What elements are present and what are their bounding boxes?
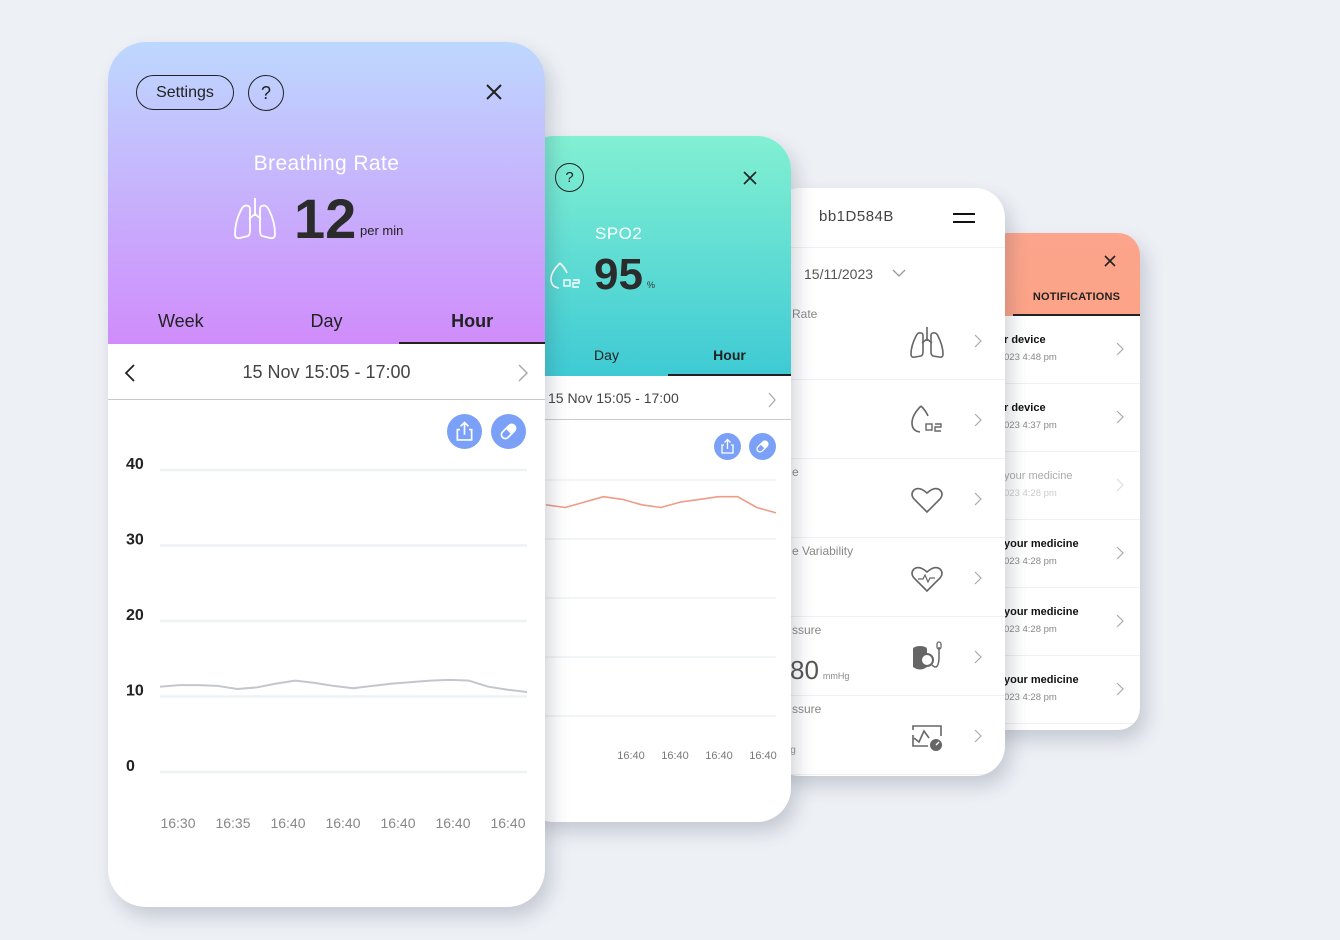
pill-icon — [500, 423, 517, 440]
chevron-right-icon — [974, 729, 982, 743]
chevron-right-icon — [974, 650, 982, 664]
chevron-right-icon — [974, 413, 982, 427]
tab-notifications[interactable]: NOTIFICATIONS — [1013, 286, 1140, 316]
close-icon[interactable] — [1102, 253, 1118, 269]
device-overview-panel: bb1D584B 15/11/2023 Rate e e Variability ss… — [770, 188, 1005, 776]
x-tick-label: 16:40 — [749, 750, 777, 762]
share-button[interactable] — [447, 414, 482, 449]
share-icon — [721, 438, 734, 454]
chevron-right-icon — [974, 492, 982, 506]
x-tick-label: 16:40 — [661, 750, 689, 762]
ecg-monitor-icon — [912, 725, 942, 751]
x-tick-label: 16:40 — [435, 815, 470, 831]
metric-row[interactable]: e Variability — [770, 538, 1005, 617]
metric-row[interactable]: e — [770, 459, 1005, 538]
metric-label: e Variability — [792, 544, 854, 558]
share-button[interactable] — [714, 433, 741, 460]
tab-hour[interactable]: Hour — [399, 306, 545, 344]
date-selector[interactable]: 15/11/2023 — [804, 266, 873, 282]
tab-hour[interactable]: Hour — [668, 344, 791, 376]
help-button[interactable]: ? — [248, 75, 284, 111]
metric-value: 12 — [294, 187, 357, 250]
chevron-right-icon — [974, 571, 982, 585]
y-tick-label: 20 — [126, 607, 144, 624]
metric-label: e — [792, 465, 799, 479]
period-tabs: Week Day Hour — [108, 306, 545, 344]
metric-value: 80 mmHg — [790, 655, 850, 685]
close-icon[interactable] — [742, 170, 758, 186]
y-tick-label: 40 — [126, 456, 144, 473]
y-tick-label: 0 — [126, 758, 135, 775]
date-range-label: 15 Nov 15:05 - 17:00 — [548, 390, 679, 406]
date-range-nav: 15 Nov 15:05 - 17:00 — [520, 376, 791, 420]
chevron-down-icon[interactable] — [892, 268, 906, 278]
metric-row[interactable]: Rate — [770, 301, 1005, 380]
device-header: bb1D584B — [770, 188, 1005, 248]
date-range-nav: 15 Nov 15:05 - 17:00 — [108, 344, 545, 400]
chevron-right-icon — [974, 334, 982, 348]
spo2-line-chart: 3516:4016:4016:4016:4016:40 — [532, 479, 777, 762]
blood-pressure-cuff-icon — [913, 641, 942, 670]
heart-pulse-icon — [911, 566, 943, 593]
tab-day[interactable]: Day — [254, 306, 400, 344]
x-tick-label: 16:35 — [215, 815, 250, 831]
hamburger-menu-icon[interactable] — [953, 213, 975, 223]
pill-icon — [756, 440, 769, 453]
tab-day[interactable]: Day — [545, 344, 668, 376]
spo2-panel: ? SPO2 95 % Day Hour 15 Nov 15:05 - 17:0… — [520, 136, 791, 822]
oxygen-drop-icon — [911, 405, 942, 433]
heart-icon — [911, 487, 943, 514]
spo2-header: ? SPO2 95 % Day Hour — [520, 136, 791, 376]
x-tick-label: 16:40 — [705, 750, 733, 762]
metric-row[interactable]: ssure lg — [770, 696, 1005, 775]
metric-label: Rate — [792, 307, 818, 321]
device-name: bb1D584B — [819, 208, 894, 225]
medication-button[interactable] — [491, 414, 526, 449]
y-tick-label: 10 — [126, 683, 144, 700]
metric-label: ssure — [792, 702, 822, 716]
metric-row[interactable] — [770, 380, 1005, 459]
oxygen-drop-icon — [550, 262, 580, 289]
metric-unit: % — [647, 280, 656, 290]
breathing-header: Settings ? Breathing Rate 12 per min Wee… — [108, 42, 545, 344]
breathing-rate-line-chart: 0 10 20 30 40 16:30 16:35 16:40 16:40 16:40 16:40 1… — [126, 456, 528, 831]
chevron-right-icon[interactable] — [767, 392, 777, 408]
metric-title: Breathing Rate — [253, 152, 400, 175]
metric-row[interactable]: ssure 80 mmHg — [770, 617, 1005, 696]
x-tick-label: 16:40 — [617, 750, 645, 762]
tab-week[interactable]: Week — [108, 306, 254, 344]
x-tick-label: 16:40 — [270, 815, 305, 831]
chevron-right-icon — [1116, 682, 1124, 696]
settings-button[interactable]: Settings — [136, 75, 234, 110]
x-tick-label: 16:40 — [325, 815, 360, 831]
chevron-right-icon[interactable] — [517, 364, 529, 382]
metric-value: 95 — [594, 250, 643, 299]
chevron-right-icon — [1116, 410, 1124, 424]
x-tick-label: 16:40 — [490, 815, 525, 831]
data-line — [545, 495, 777, 514]
close-icon[interactable] — [485, 83, 503, 101]
metric-unit: per min — [360, 223, 404, 238]
lungs-icon — [910, 327, 944, 358]
breathing-rate-panel: Settings ? Breathing Rate 12 per min Wee… — [108, 42, 545, 907]
medication-button[interactable] — [749, 433, 776, 460]
share-icon — [456, 421, 473, 441]
y-tick-label: 30 — [126, 532, 144, 549]
metric-title: SPO2 — [595, 224, 643, 243]
chevron-right-icon — [1116, 478, 1124, 492]
x-tick-label: 16:30 — [160, 815, 195, 831]
period-tabs: Day Hour — [545, 344, 791, 376]
x-tick-label: 16:40 — [380, 815, 415, 831]
chevron-right-icon — [1116, 614, 1124, 628]
lungs-icon — [234, 198, 276, 240]
help-button[interactable]: ? — [555, 163, 584, 192]
chevron-right-icon — [1116, 342, 1124, 356]
chevron-right-icon — [1116, 546, 1124, 560]
data-line — [159, 678, 528, 693]
date-range-label: 15 Nov 15:05 - 17:00 — [242, 362, 411, 382]
metric-label: ssure — [792, 623, 822, 637]
